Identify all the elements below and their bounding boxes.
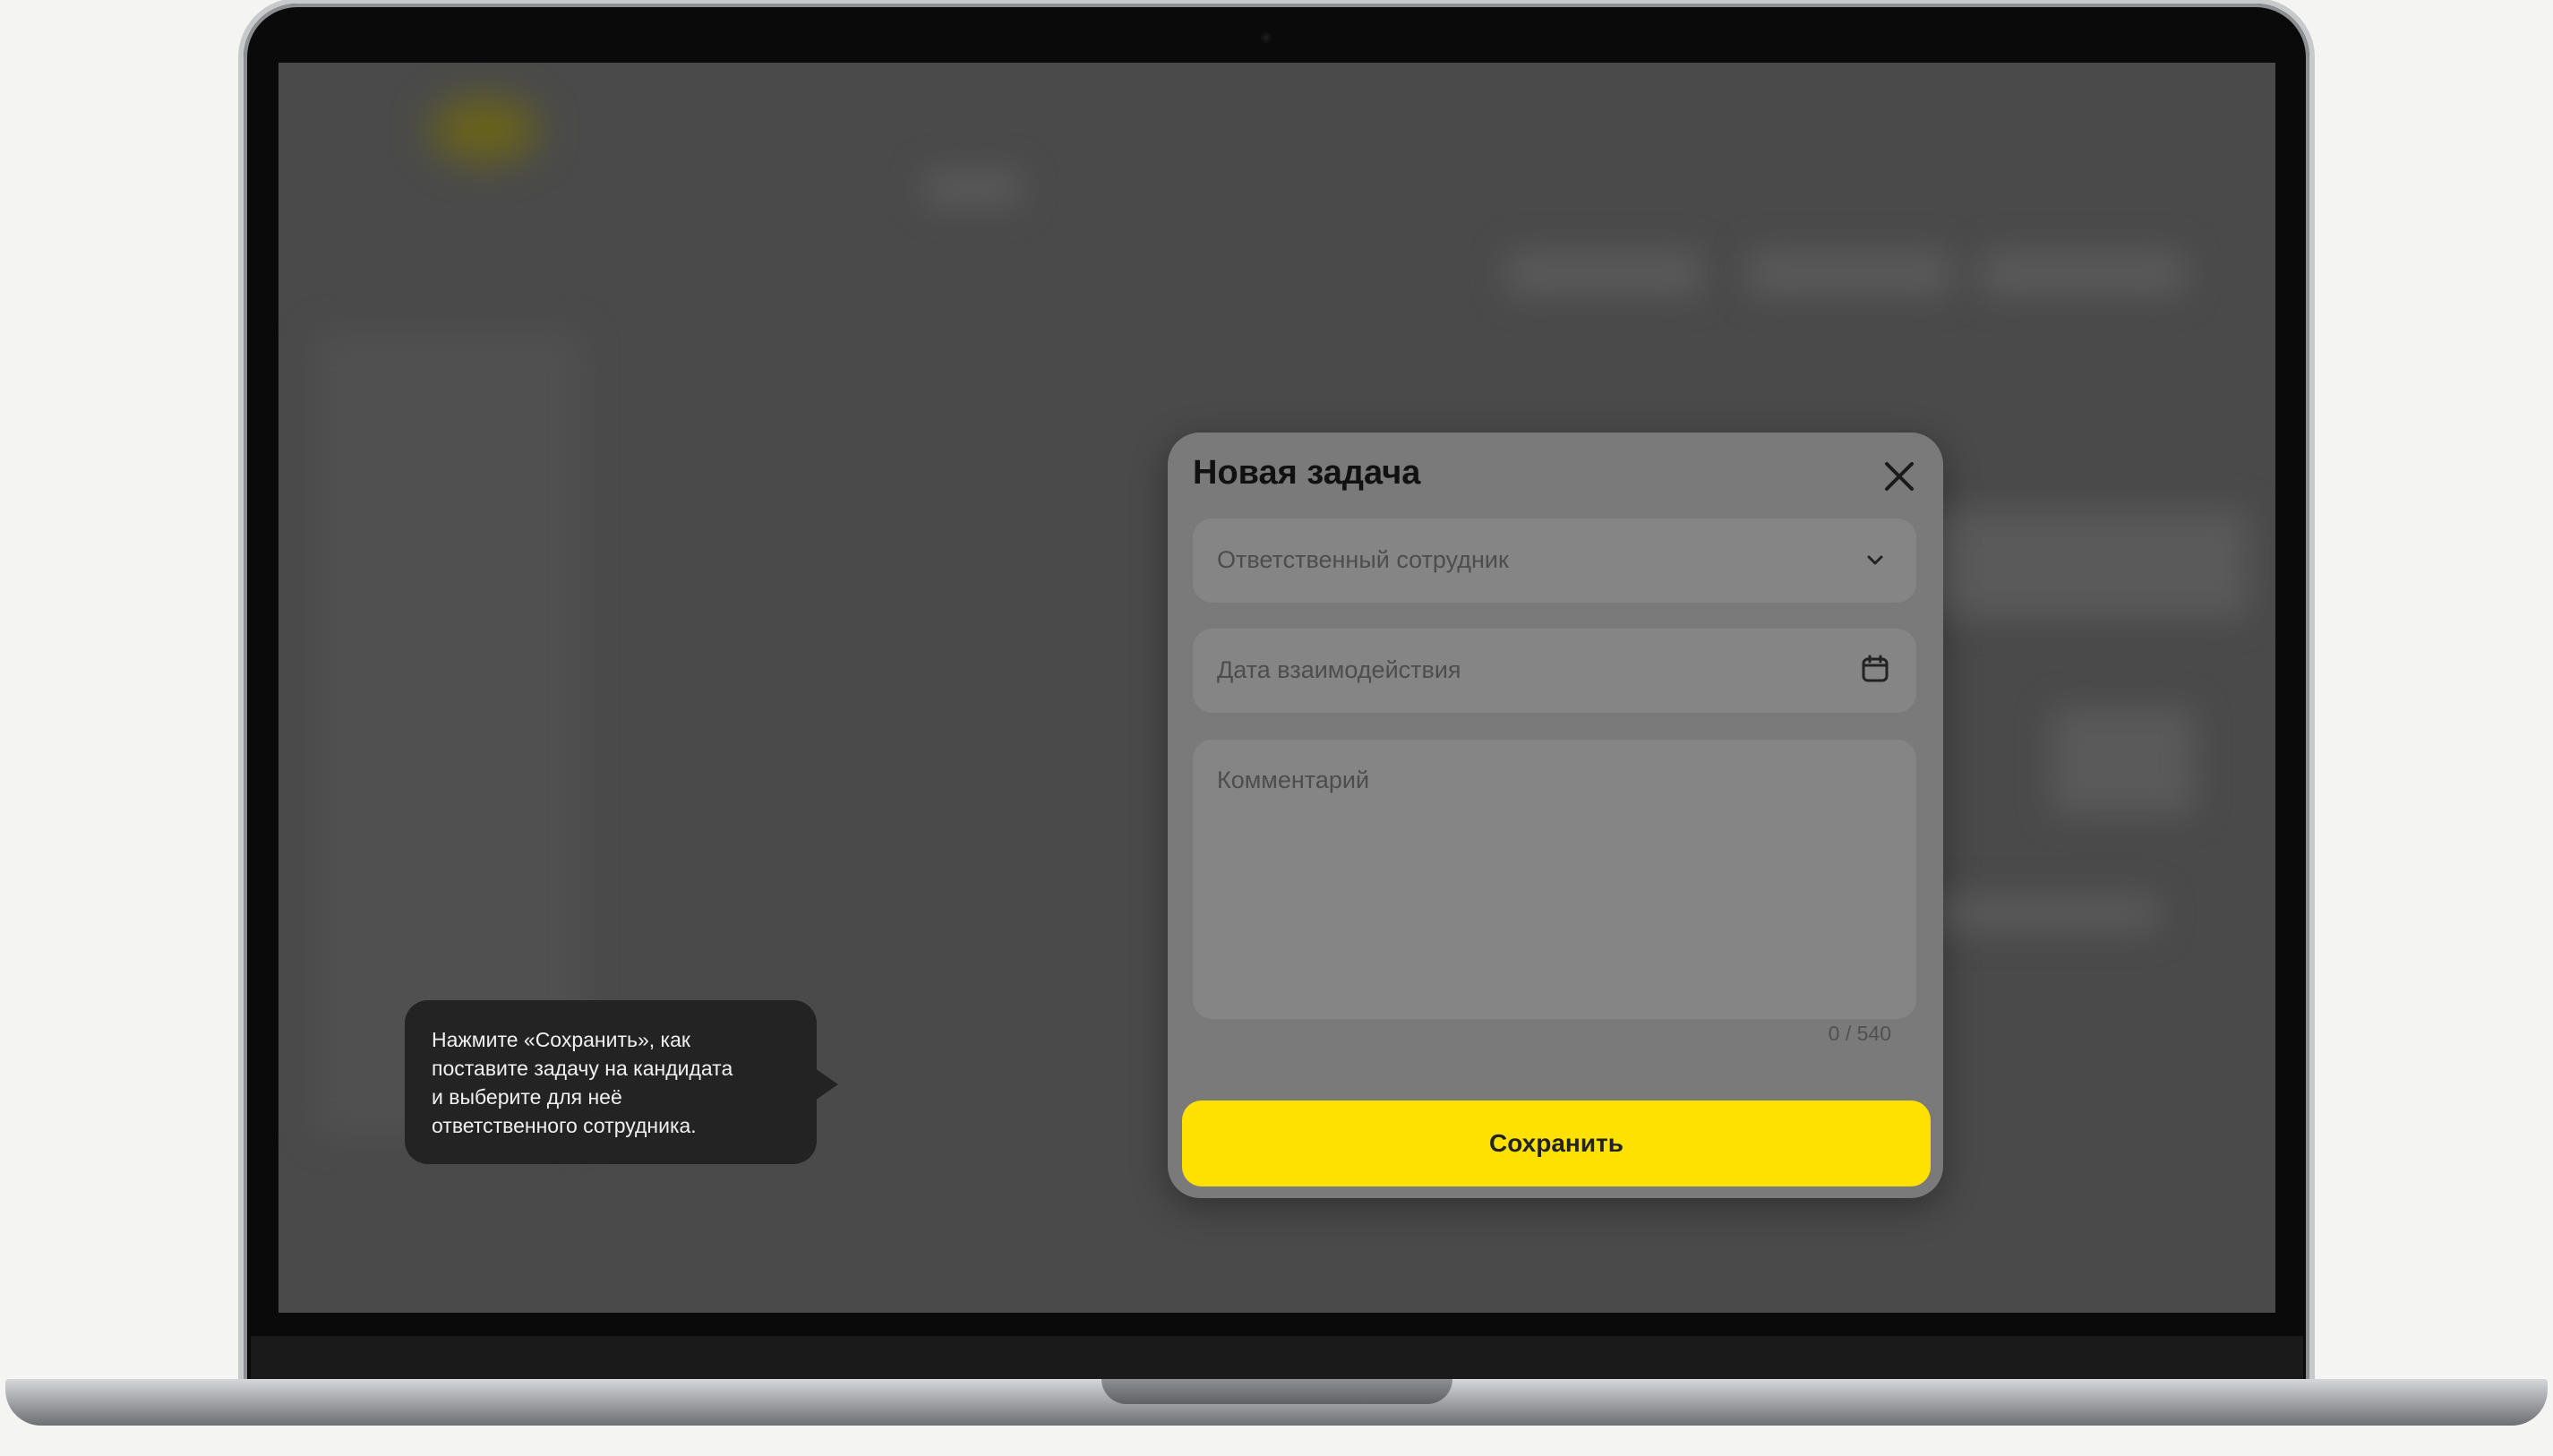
hint-tooltip: Нажмите «Сохранить», как поставите задач…: [405, 1000, 838, 1164]
tooltip-line: поставите задачу на кандидата: [432, 1057, 733, 1080]
new-task-modal: Новая задача Ответственный сотрудник Дат…: [1168, 433, 1943, 1198]
laptop-bottom-bezel: [251, 1336, 2303, 1379]
blurred-header-item: [1505, 251, 1702, 295]
calendar-icon[interactable]: [1859, 653, 1891, 685]
blurred-card: [2052, 707, 2195, 815]
save-button[interactable]: Сохранить: [1182, 1101, 1931, 1186]
modal-title: Новая задача: [1193, 454, 1421, 492]
character-counter: 0 / 540: [1828, 1022, 1891, 1045]
date-field[interactable]: Дата взаимодействия: [1193, 629, 1916, 713]
tooltip-arrow: [815, 1068, 838, 1101]
camera-icon: [1261, 32, 1272, 43]
responsible-placeholder: Ответственный сотрудник: [1217, 546, 1509, 573]
date-placeholder: Дата взаимодействия: [1217, 656, 1461, 683]
comment-textarea[interactable]: Комментарий: [1193, 740, 1916, 1019]
tooltip-line: и выберите для неё: [432, 1085, 622, 1109]
blurred-header-item: [1747, 251, 1953, 295]
chevron-down-icon: [1867, 555, 1883, 565]
blurred-header-item: [923, 170, 1022, 206]
laptop-notch: [1101, 1379, 1452, 1404]
blurred-header-item: [1980, 251, 2186, 295]
screen: Новая задача Ответственный сотрудник Дат…: [278, 63, 2275, 1313]
tooltip-line: ответственного сотрудника.: [432, 1114, 697, 1137]
comment-placeholder: Комментарий: [1217, 767, 1370, 793]
responsible-select[interactable]: Ответственный сотрудник: [1193, 518, 1916, 603]
tooltip-line: Нажмите «Сохранить», как: [432, 1028, 690, 1051]
close-icon[interactable]: [1880, 458, 1918, 495]
blurred-logo: [431, 98, 538, 161]
